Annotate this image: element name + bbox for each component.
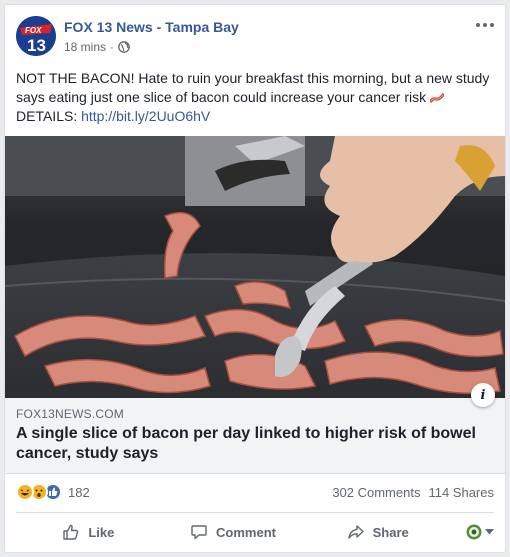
audience-selector[interactable] xyxy=(450,524,495,540)
svg-text:13: 13 xyxy=(27,36,46,55)
link-headline[interactable]: A single slice of bacon per day linked t… xyxy=(16,424,494,464)
comment-icon xyxy=(191,525,207,540)
comment-button[interactable]: Comment xyxy=(161,516,306,548)
post-actions: Like Comment Share xyxy=(16,516,495,548)
engagement-stats: 302 Comments 114 Shares xyxy=(332,485,494,500)
comments-count[interactable]: 302 Comments xyxy=(332,485,420,500)
haha-reaction-icon xyxy=(16,483,34,501)
fox13-logo: FOX 13 xyxy=(16,16,56,56)
globe-icon[interactable] xyxy=(118,41,130,53)
post-message-text: NOT THE BACON! Hate to ruin your breakfa… xyxy=(16,70,490,105)
page-avatar-small-icon xyxy=(466,524,482,540)
link-preview[interactable]: FOX13NEWS.COM A single slice of bacon pe… xyxy=(5,398,505,474)
more-dot xyxy=(490,23,494,27)
svg-text:FOX: FOX xyxy=(25,26,42,35)
bacon-emoji xyxy=(430,93,444,103)
share-label: Share xyxy=(372,524,409,540)
more-options-icon[interactable] xyxy=(475,19,495,31)
actions-divider xyxy=(16,512,494,513)
post-meta: 18 mins · xyxy=(64,40,130,54)
more-dot xyxy=(476,23,480,27)
like-icon xyxy=(63,524,79,540)
reaction-count[interactable]: 182 xyxy=(68,485,90,500)
bacon-grill-image xyxy=(5,136,505,398)
details-label: DETAILS: xyxy=(16,108,78,124)
reactions-summary[interactable]: 182 xyxy=(16,482,90,502)
meta-separator: · xyxy=(110,40,115,54)
comment-label: Comment xyxy=(216,524,276,540)
thumbs-up-icon xyxy=(49,487,58,496)
page-name-link[interactable]: FOX 13 News - Tampa Bay xyxy=(64,19,239,35)
page-avatar[interactable]: FOX 13 xyxy=(16,16,56,56)
post-card: FOX 13 FOX 13 News - Tampa Bay 18 mins ·… xyxy=(4,4,506,553)
post-timestamp[interactable]: 18 mins xyxy=(64,40,106,54)
share-icon xyxy=(347,525,364,539)
share-button[interactable]: Share xyxy=(305,516,450,548)
like-label: Like xyxy=(88,524,115,540)
post-header: FOX 13 FOX 13 News - Tampa Bay 18 mins · xyxy=(5,5,505,65)
post-message: NOT THE BACON! Hate to ruin your breakfa… xyxy=(16,69,496,126)
more-dot xyxy=(483,23,487,27)
chevron-down-icon xyxy=(485,529,495,535)
article-photo[interactable] xyxy=(5,136,505,398)
haha-face xyxy=(20,489,30,496)
info-icon[interactable]: i xyxy=(471,383,495,407)
like-button[interactable]: Like xyxy=(16,516,161,548)
details-link[interactable]: http://bit.ly/2UuO6hV xyxy=(81,108,210,124)
wow-face xyxy=(35,489,43,497)
shares-count[interactable]: 114 Shares xyxy=(428,485,494,500)
link-domain: FOX13NEWS.COM xyxy=(16,407,124,421)
